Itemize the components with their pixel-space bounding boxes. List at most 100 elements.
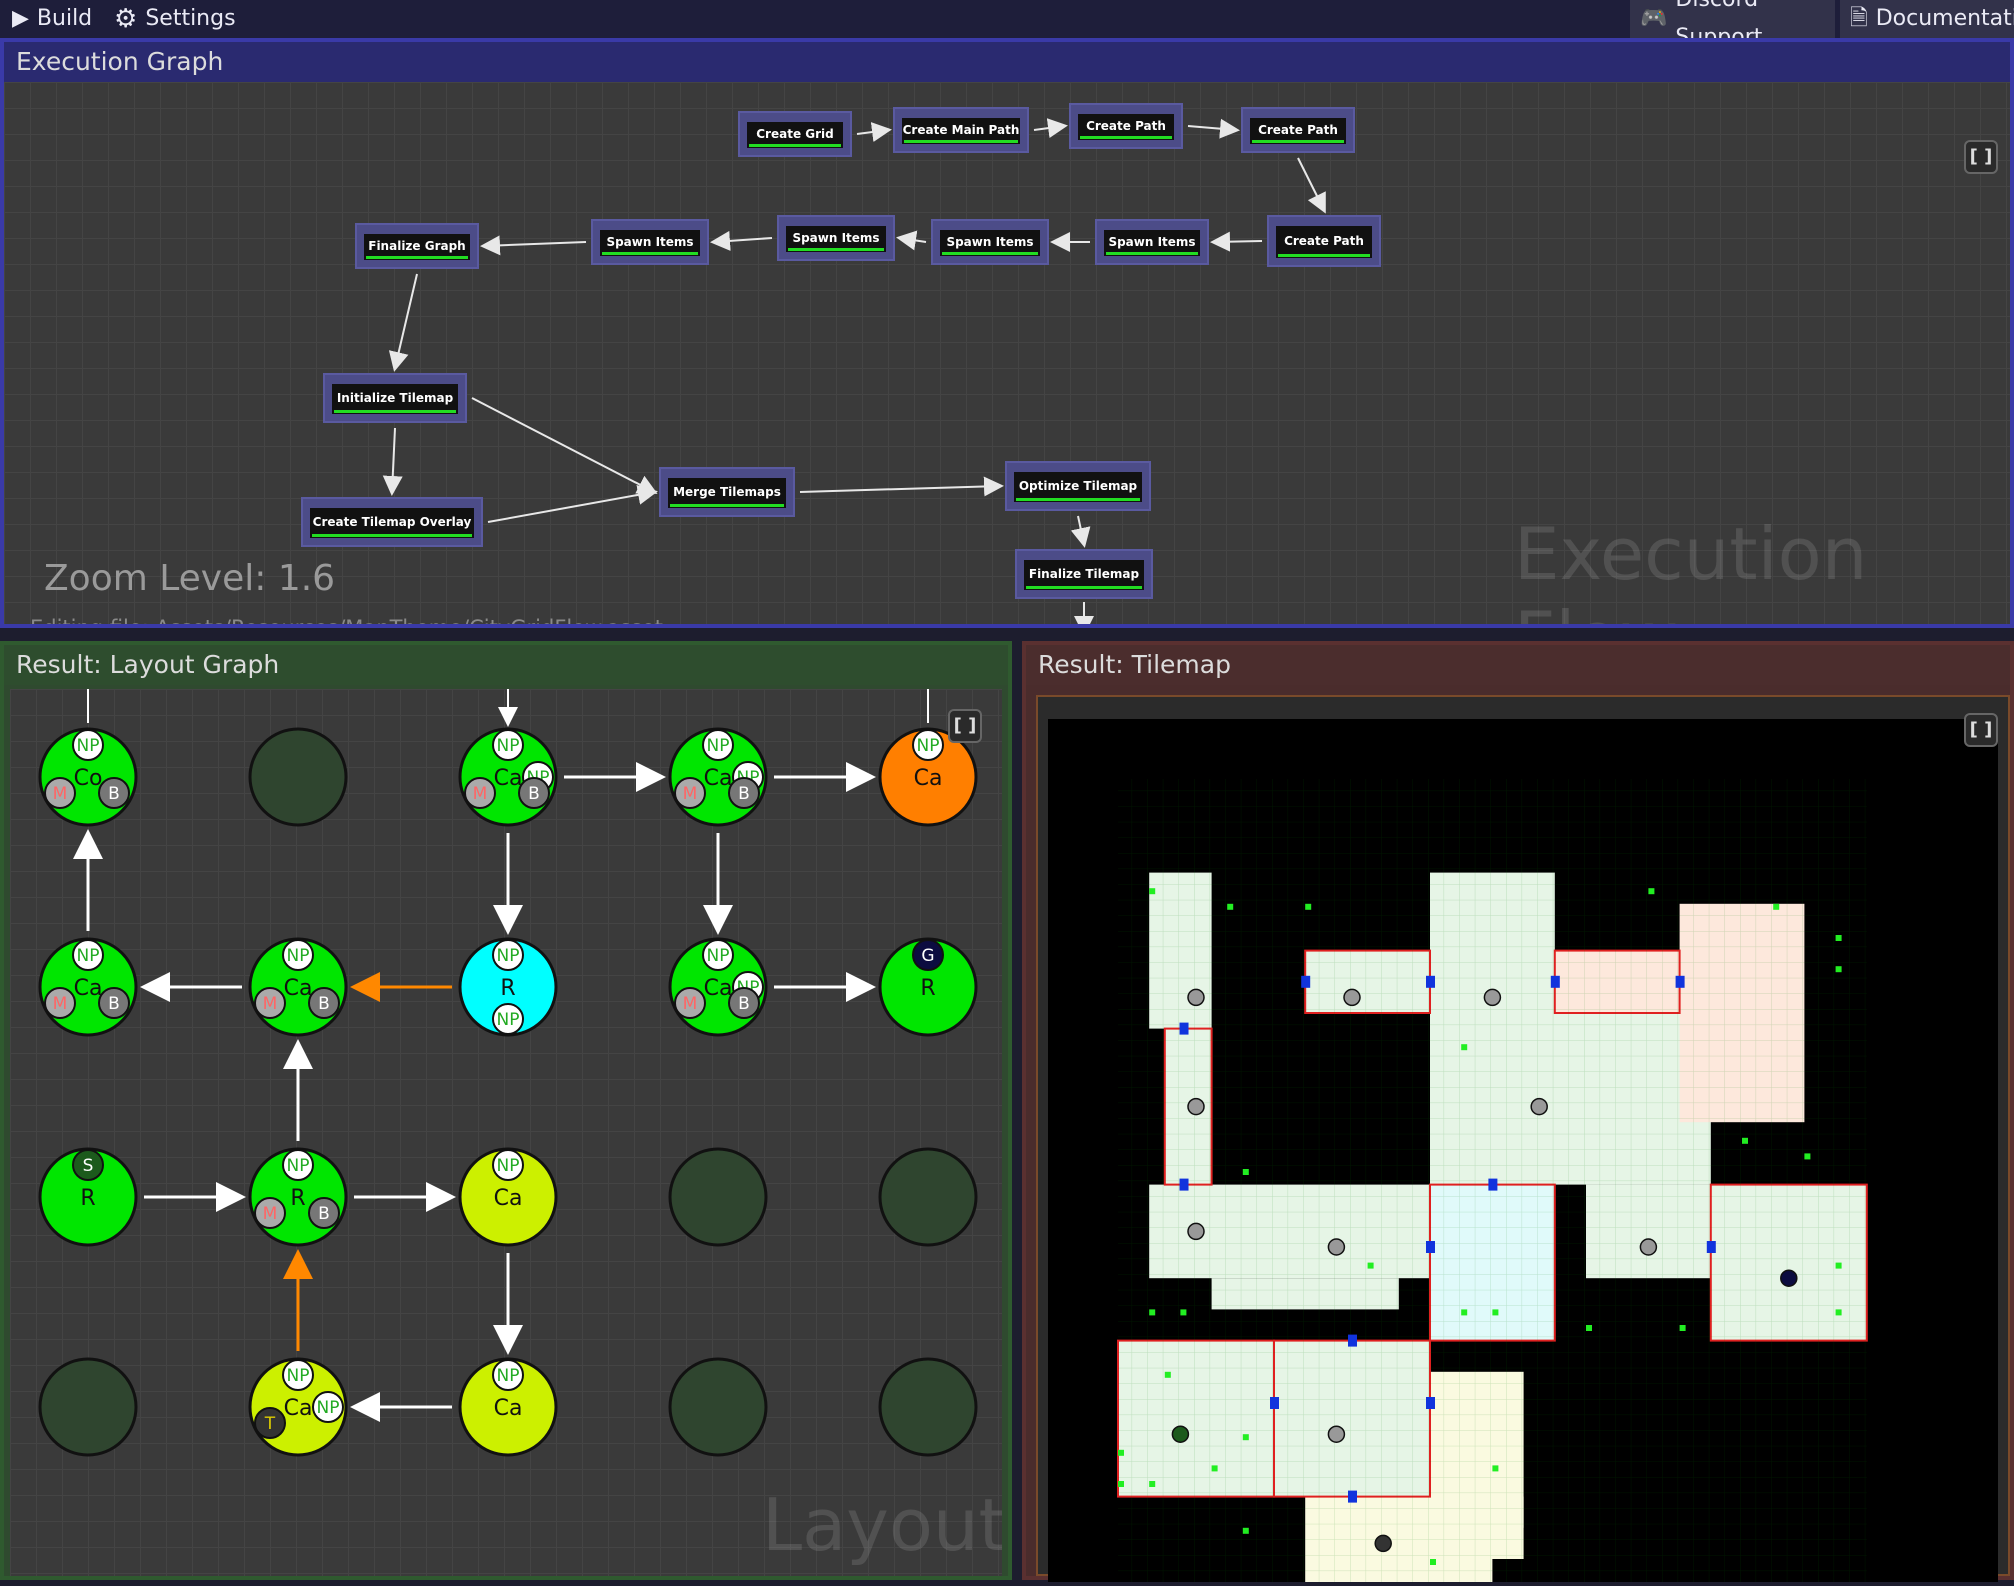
badge-text: B bbox=[738, 784, 750, 804]
tile-marker bbox=[1639, 1238, 1658, 1256]
execution-graph-canvas[interactable]: Create Grid Create Main Path Create Path Cr… bbox=[4, 82, 2010, 624]
zoom-level-text: Zoom Level: 1.6 bbox=[44, 558, 336, 599]
documentation-button[interactable]: 🗎 Documentation bbox=[1840, 0, 2014, 38]
layout-badge-m: M bbox=[254, 1197, 286, 1229]
layout-badge-np: NP bbox=[492, 939, 524, 971]
badge-text: B bbox=[318, 994, 330, 1014]
badge-text: B bbox=[318, 1204, 330, 1224]
tile-door bbox=[1348, 1490, 1357, 1503]
layout-badge-: B bbox=[728, 987, 760, 1019]
tilemap-viewport[interactable]: [ ] bbox=[1036, 695, 2010, 1586]
layout-room-node[interactable]: CaNPTNP bbox=[248, 1357, 348, 1457]
layout-room-node[interactable]: Ca NP bbox=[878, 727, 978, 827]
room-label: Co bbox=[74, 766, 103, 791]
badge-text: NP bbox=[917, 736, 940, 756]
layout-room-node[interactable]: CaNPMNPB bbox=[668, 937, 768, 1037]
exec-node-finalize-graph[interactable]: Finalize Graph bbox=[355, 223, 479, 269]
room-label: R bbox=[80, 1186, 95, 1211]
exec-node-status-bar bbox=[1026, 586, 1142, 589]
layout-room-node[interactable]: RS bbox=[38, 1147, 138, 1247]
exec-node-spawn-items-1[interactable]: Spawn Items bbox=[591, 219, 709, 265]
layout-room-node[interactable]: RG bbox=[878, 937, 978, 1037]
badge-text: NP bbox=[497, 1366, 520, 1386]
room-label: Ca bbox=[494, 1186, 523, 1211]
layout-badge-g: G bbox=[912, 939, 944, 971]
layout-room-node[interactable] bbox=[878, 1357, 978, 1457]
tile-marker bbox=[1327, 1425, 1346, 1443]
layout-graph-canvas[interactable]: CoNPMBCaNPMNPBCaNPMNPBCaNPCaNPMBCaNPMBRN… bbox=[10, 689, 1002, 1576]
tile-marker-circle bbox=[1639, 1238, 1658, 1256]
exec-node-spawn-items-4[interactable]: Spawn Items bbox=[1095, 219, 1209, 265]
layout-room-node[interactable]: Co NP M B bbox=[38, 727, 138, 827]
tile-door bbox=[1426, 975, 1435, 988]
layout-room-node[interactable] bbox=[668, 1147, 768, 1247]
layout-badge-np: NP bbox=[492, 1359, 524, 1391]
badge-text: M bbox=[263, 994, 278, 1014]
layout-room-node[interactable]: R NP NP bbox=[458, 937, 558, 1037]
maximize-tilemap-button[interactable]: [ ] bbox=[1964, 713, 1998, 747]
layout-room-node[interactable]: Ca NP M B bbox=[38, 937, 138, 1037]
layout-badge-: B bbox=[728, 777, 760, 809]
exec-node-label: Finalize Tilemap bbox=[1029, 567, 1140, 581]
layout-badge-m: M bbox=[44, 987, 76, 1019]
maximize-layout-button[interactable]: [ ] bbox=[948, 709, 982, 743]
layout-room-node[interactable]: R NP M B bbox=[248, 1147, 348, 1247]
tile-item-dot bbox=[1118, 1449, 1124, 1456]
exec-node-create-path-2[interactable]: Create Path bbox=[1241, 107, 1355, 153]
exec-node-merge-tilemaps[interactable]: Merge Tilemaps bbox=[659, 467, 795, 517]
badge-text: M bbox=[473, 784, 488, 804]
exec-edge-create_grid-create_main_path bbox=[856, 122, 892, 142]
tile-item-dot bbox=[1118, 1481, 1124, 1487]
exec-node-create-grid[interactable]: Create Grid bbox=[738, 111, 852, 157]
badge-text: M bbox=[263, 1204, 278, 1224]
tile-item-dot bbox=[1149, 888, 1156, 895]
settings-button[interactable]: ⚙ Settings bbox=[114, 0, 236, 38]
layout-room-node[interactable]: CaNPMNPB bbox=[668, 727, 768, 827]
build-button[interactable]: ▶ Build bbox=[12, 0, 92, 38]
tile-item-dot bbox=[1164, 1371, 1171, 1378]
tile-marker-circle bbox=[1327, 1238, 1346, 1256]
layout-graph-panel: Result: Layout Graph CoNPMBCaNPMNPBCaNPM… bbox=[0, 641, 1012, 1580]
layout-room-node[interactable] bbox=[38, 1357, 138, 1457]
layout-room-node[interactable]: Ca NP bbox=[458, 1357, 558, 1457]
tile-marker-circle bbox=[1343, 988, 1361, 1007]
room-label: Ca bbox=[704, 766, 733, 791]
tile-item-dot bbox=[1586, 1325, 1592, 1331]
badge-text: B bbox=[528, 784, 540, 804]
exec-node-status-bar bbox=[1278, 254, 1370, 257]
layout-badge-np: NP bbox=[702, 939, 734, 971]
exec-node-optimize-tilemap[interactable]: Optimize Tilemap bbox=[1005, 461, 1151, 511]
layout-room-node[interactable]: Ca NP M B bbox=[248, 937, 348, 1037]
layout-badge-m: M bbox=[674, 777, 706, 809]
layout-room-node[interactable] bbox=[878, 1147, 978, 1247]
room-circle bbox=[38, 1357, 138, 1457]
exec-node-finalize-tilemap[interactable]: Finalize Tilemap bbox=[1015, 549, 1153, 599]
badge-text: NP bbox=[287, 1156, 310, 1176]
room-label: R bbox=[500, 976, 515, 1001]
exec-edge-create_path_3-spawn_items_4 bbox=[1210, 231, 1263, 252]
layout-badge-np: NP bbox=[912, 729, 944, 761]
room-circle bbox=[878, 1357, 978, 1457]
tile-item-dot bbox=[1742, 1137, 1748, 1144]
exec-node-label: Create Path bbox=[1284, 234, 1364, 248]
layout-room-node[interactable]: CaNPMNPB bbox=[458, 727, 558, 827]
exec-edge-optimize_tilemap-finalize_tilemap bbox=[1070, 515, 1091, 548]
exec-node-create-main-path[interactable]: Create Main Path bbox=[893, 107, 1029, 153]
room-circle bbox=[668, 1147, 768, 1247]
settings-label: Settings bbox=[145, 6, 236, 31]
exec-node-spawn-items-3[interactable]: Spawn Items bbox=[931, 219, 1049, 265]
discord-support-button[interactable]: 🎮 Discord Support bbox=[1630, 0, 1835, 50]
maximize-exec-button[interactable]: [ ] bbox=[1964, 140, 1998, 174]
layout-room-node[interactable] bbox=[668, 1357, 768, 1457]
tile-item-dot bbox=[1648, 888, 1655, 895]
exec-node-spawn-items-2[interactable]: Spawn Items bbox=[777, 215, 895, 261]
layout-room-node[interactable] bbox=[248, 727, 348, 827]
layout-room-node[interactable]: Ca NP bbox=[458, 1147, 558, 1247]
exec-node-create-path-1[interactable]: Create Path bbox=[1069, 103, 1183, 149]
exec-edge-spawn_items_2-spawn_items_1 bbox=[710, 230, 773, 251]
exec-node-create-tilemap-overlay[interactable]: Create Tilemap Overlay bbox=[301, 497, 483, 547]
room-label: Ca bbox=[914, 766, 943, 791]
exec-node-initialize-tilemap[interactable]: Initialize Tilemap bbox=[323, 373, 467, 423]
exec-node-create-path-3[interactable]: Create Path bbox=[1267, 215, 1381, 267]
tilemap-panel: Result: Tilemap [ ] bbox=[1022, 641, 2014, 1586]
